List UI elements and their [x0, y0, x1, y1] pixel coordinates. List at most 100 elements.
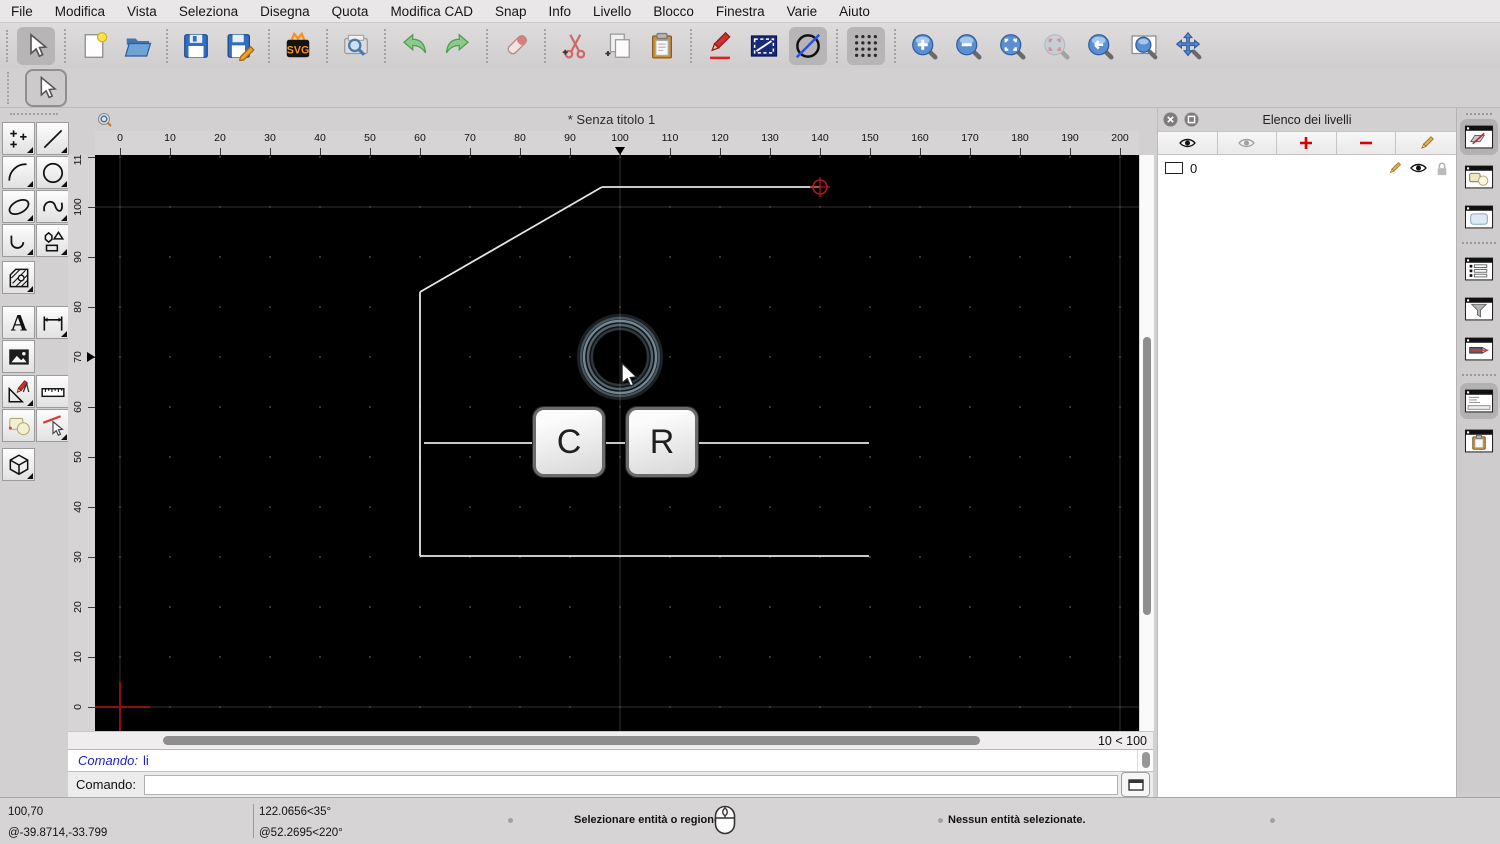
zoom-previous-button[interactable] — [1081, 27, 1119, 65]
dock-drag-handle[interactable] — [1465, 113, 1492, 115]
toolbar-drag-handle[interactable] — [7, 71, 9, 104]
menu-item-aiuto[interactable]: Aiuto — [828, 4, 881, 19]
zoom-auto-button[interactable] — [993, 27, 1031, 65]
grid-dot — [969, 256, 971, 258]
print-preview-button[interactable] — [337, 27, 375, 65]
menu-item-blocco[interactable]: Blocco — [642, 4, 705, 19]
hide-all-layers-button[interactable] — [1218, 132, 1278, 154]
command-input[interactable] — [143, 774, 1118, 795]
draft-mode-button[interactable] — [745, 27, 783, 65]
points-tool-button[interactable] — [2, 122, 35, 155]
grid-dot — [369, 306, 371, 308]
zoom-window-button[interactable] — [1125, 27, 1163, 65]
arcs-tool-button[interactable] — [2, 156, 35, 189]
attributes-pen-button[interactable] — [701, 27, 739, 65]
entity-attributes-button[interactable] — [789, 26, 827, 65]
splines-tool-button[interactable] — [36, 190, 69, 223]
dock-pen-palette-button[interactable] — [1460, 331, 1498, 367]
dock-block-list-button[interactable] — [1460, 159, 1498, 195]
drawing-canvas[interactable]: C R — [95, 155, 1139, 731]
undo-button[interactable] — [395, 27, 433, 65]
dock-library-browser-button[interactable] — [1460, 199, 1498, 235]
ruler-tick — [320, 148, 321, 155]
command-window-toggle-button[interactable] — [1121, 772, 1150, 797]
palette-drag-handle[interactable] — [10, 113, 58, 115]
menu-item-disegna[interactable]: Disegna — [249, 4, 321, 19]
select-tool-button[interactable] — [2, 409, 35, 442]
paste-button[interactable] — [643, 27, 681, 65]
cursor-icon — [30, 32, 48, 57]
menu-item-info[interactable]: Info — [538, 4, 583, 19]
save-button[interactable] — [177, 27, 215, 65]
add-layer-button[interactable] — [1277, 132, 1337, 154]
toolbar-separator — [894, 28, 896, 63]
circles-tool-button[interactable] — [36, 156, 69, 189]
modify-tool-button[interactable] — [2, 375, 35, 408]
dock-clipboard-button[interactable] — [1460, 423, 1498, 459]
menu-item-modifica-cad[interactable]: Modifica CAD — [379, 4, 484, 19]
solids-tool-button[interactable] — [2, 448, 35, 481]
modify-icon — [7, 379, 29, 403]
save-as-button[interactable] — [221, 27, 259, 65]
ruler-v-label: 110 — [72, 155, 84, 166]
menu-item-seleziona[interactable]: Seleziona — [168, 4, 249, 19]
layer-row-0[interactable]: 0 — [1158, 155, 1456, 181]
hatches-tool-button[interactable] — [2, 261, 35, 294]
edit-layer-button[interactable] — [1396, 132, 1456, 154]
toolbar-drag-handle[interactable] — [6, 29, 8, 62]
grid-dot — [1119, 356, 1121, 358]
history-scrollbar[interactable] — [1137, 750, 1153, 772]
remove-layer-button[interactable] — [1337, 132, 1397, 154]
grid-dot — [1019, 306, 1021, 308]
new-document-button[interactable] — [75, 27, 113, 65]
layer-edit-pencil-icon[interactable] — [1387, 161, 1402, 176]
layer-lock-icon[interactable] — [1435, 161, 1449, 176]
zoom-out-button[interactable] — [949, 27, 987, 65]
ruler-v-label: 40 — [72, 501, 84, 513]
dock-filter-button[interactable] — [1460, 291, 1498, 327]
menu-item-modifica[interactable]: Modifica — [44, 4, 116, 19]
dock-layer-list-button[interactable] — [1459, 119, 1498, 155]
dimensions-tool-button[interactable] — [36, 306, 69, 339]
delete-button[interactable] — [497, 27, 535, 65]
menu-item-file[interactable]: File — [0, 4, 44, 19]
dock-entity-list-button[interactable] — [1460, 251, 1498, 287]
horizontal-scrollbar[interactable]: 10 < 100 — [68, 731, 1153, 750]
ruler-tick — [88, 507, 95, 508]
polylines-tool-button[interactable] — [2, 224, 35, 257]
images-tool-button[interactable] — [2, 340, 35, 373]
ellipses-tool-button[interactable] — [2, 190, 35, 223]
menu-item-finestra[interactable]: Finestra — [705, 4, 776, 19]
zoom-in-button[interactable] — [905, 27, 943, 65]
open-file-button[interactable] — [119, 27, 157, 65]
redo-button[interactable] — [439, 27, 477, 65]
measure-tool-button[interactable] — [36, 375, 69, 408]
float-panel-icon[interactable] — [1184, 112, 1199, 127]
menu-item-quota[interactable]: Quota — [321, 4, 380, 19]
grid-snap-button[interactable] — [847, 26, 885, 65]
horizontal-scrollbar-thumb[interactable] — [163, 736, 980, 745]
menu-item-vista[interactable]: Vista — [116, 4, 168, 19]
grid-dot — [569, 506, 571, 508]
selection-pointer-button[interactable] — [17, 26, 55, 65]
zoom-selected-button[interactable] — [1037, 27, 1075, 65]
vertical-scrollbar[interactable] — [1139, 155, 1154, 731]
lines-tool-button[interactable] — [36, 122, 69, 155]
copy-button[interactable] — [599, 27, 637, 65]
menu-item-snap[interactable]: Snap — [484, 4, 538, 19]
text-tool-button[interactable]: A — [2, 306, 35, 339]
deselect-tool-button[interactable] — [36, 409, 69, 442]
svg-export-button[interactable]: SVG — [279, 27, 317, 65]
show-all-layers-button[interactable] — [1158, 132, 1218, 154]
menu-item-livello[interactable]: Livello — [582, 4, 642, 19]
zoom-pan-button[interactable] — [1169, 27, 1207, 65]
active-tool-pointer-button[interactable] — [25, 68, 67, 107]
dock-command-widget-button[interactable] — [1459, 383, 1498, 419]
close-panel-icon[interactable] — [1163, 112, 1178, 127]
history-scrollbar-thumb[interactable] — [1142, 752, 1150, 768]
menu-item-varie[interactable]: Varie — [776, 4, 829, 19]
cut-button[interactable] — [555, 27, 593, 65]
polygons-tool-button[interactable] — [36, 224, 69, 257]
vertical-scrollbar-thumb[interactable] — [1143, 337, 1151, 615]
layer-visible-eye-icon[interactable] — [1409, 161, 1428, 175]
